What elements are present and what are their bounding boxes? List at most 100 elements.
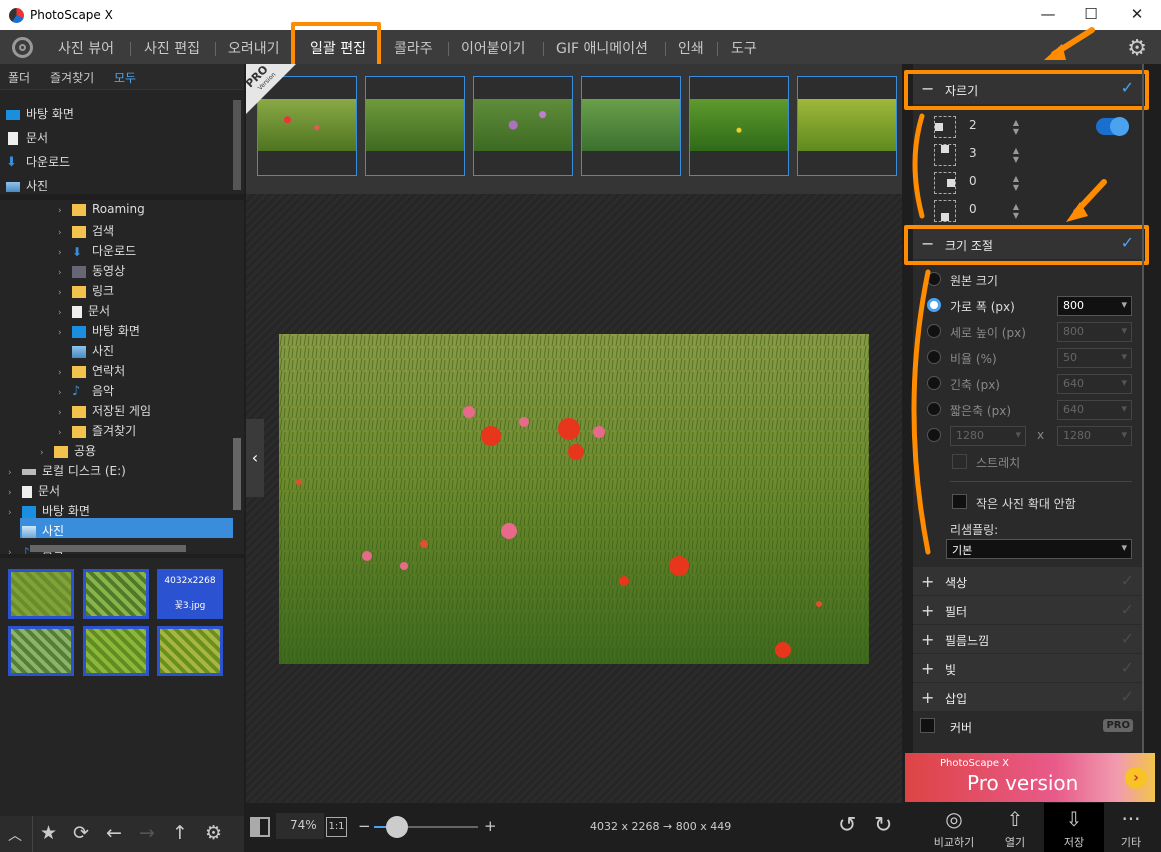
cover-checkbox[interactable] — [920, 718, 935, 733]
rotate-left-icon[interactable]: ↺ — [838, 813, 856, 838]
compare-button[interactable]: ◎ 비교하기 — [924, 803, 984, 852]
tree-item[interactable]: › 로컬 디스크 (E:) — [8, 462, 126, 479]
photo-thumbnail[interactable] — [8, 626, 74, 676]
custom-width-select[interactable]: 1280 — [950, 426, 1026, 446]
spin-arrows-icon[interactable]: ▲ ▼ — [1013, 202, 1019, 220]
favorite-desktop[interactable]: 바탕 화면 — [6, 105, 74, 122]
tree-item[interactable]: › 바탕 화면 — [8, 502, 90, 519]
photo-thumbnail-hover[interactable]: 4032x2268 꽃3.jpg — [157, 569, 223, 619]
favorite-documents[interactable]: 문서 — [6, 129, 48, 146]
photoscape-home-icon[interactable] — [12, 37, 33, 58]
tree-item[interactable]: › 문서 — [58, 302, 110, 319]
tree-item[interactable]: › 저장된 게임 — [58, 402, 151, 419]
actual-size-button[interactable]: 1:1 — [326, 817, 347, 837]
checkmark-icon[interactable]: ✓ — [1121, 571, 1134, 590]
long-side-select[interactable]: 640 — [1057, 374, 1132, 394]
checkmark-icon[interactable]: ✓ — [1121, 687, 1134, 706]
maximize-button[interactable]: ☐ — [1076, 5, 1106, 23]
zoom-out-button[interactable]: − — [358, 817, 371, 835]
filmstrip-thumbnail[interactable] — [581, 76, 681, 176]
tree-scrollbar[interactable] — [233, 438, 241, 510]
forward-arrow-icon[interactable]: → — [139, 822, 155, 844]
photo-thumbnail[interactable] — [157, 626, 223, 676]
tree-item[interactable]: › ⬇ 다운로드 — [58, 242, 136, 259]
minimize-button[interactable]: — — [1033, 5, 1063, 23]
tab-folders[interactable]: 폴더 — [8, 69, 30, 86]
crop-right-input[interactable]: 0 ▲ ▼ — [969, 174, 1019, 192]
tab-print[interactable]: 인쇄 — [678, 38, 704, 58]
open-button[interactable]: ⇧ 열기 — [985, 803, 1045, 852]
tree-item[interactable]: › Roaming — [58, 202, 145, 216]
back-arrow-icon[interactable]: ← — [106, 822, 122, 844]
refresh-icon[interactable]: ⟳ — [73, 822, 89, 844]
tab-favorites[interactable]: 즐겨찾기 — [50, 69, 94, 86]
photo-thumbnail[interactable] — [8, 569, 74, 619]
checkmark-icon[interactable]: ✓ — [1121, 629, 1134, 648]
tree-item-selected[interactable]: 사진 — [8, 522, 64, 539]
tree-item[interactable]: › 동영상 — [58, 262, 125, 279]
tab-photo-viewer[interactable]: 사진 뷰어 — [58, 38, 114, 58]
height-select[interactable]: 800 — [1057, 322, 1132, 342]
settings-gear-icon[interactable]: ⚙ — [1127, 36, 1147, 61]
rotate-right-icon[interactable]: ↻ — [874, 813, 892, 838]
close-button[interactable]: ✕ — [1122, 5, 1152, 23]
tab-tools[interactable]: 도구 — [731, 38, 757, 58]
crop-left-input[interactable]: 2 ▲ ▼ — [969, 118, 1019, 136]
more-button[interactable]: ··· 기타 — [1101, 803, 1161, 852]
filter-section-header[interactable]: + 필터 ✓ — [913, 596, 1144, 624]
tree-item[interactable]: › 링크 — [58, 282, 114, 299]
width-select[interactable]: 800 — [1057, 296, 1132, 316]
filmstrip-thumbnail[interactable] — [797, 76, 897, 176]
film-section-header[interactable]: + 필름느낌 ✓ — [913, 625, 1144, 653]
tab-combine[interactable]: 이어붙이기 — [461, 38, 525, 58]
light-section-header[interactable]: + 빛 ✓ — [913, 654, 1144, 682]
tab-collage[interactable]: 콜라주 — [394, 38, 433, 58]
pro-version-banner[interactable]: PhotoScape X Pro version › — [905, 753, 1155, 802]
tree-item[interactable]: › 연락처 — [58, 362, 125, 379]
tree-item[interactable]: › 공용 — [40, 442, 96, 459]
short-side-select[interactable]: 640 — [1057, 400, 1132, 420]
up-arrow-icon[interactable]: ↑ — [172, 822, 188, 844]
filmstrip-thumbnail[interactable] — [365, 76, 465, 176]
tree-item[interactable]: › 즐겨찾기 — [58, 422, 136, 439]
star-icon[interactable]: ★ — [40, 822, 57, 844]
tree-item[interactable]: › 문서 — [8, 482, 60, 499]
resampling-select[interactable]: 기본 — [946, 539, 1132, 559]
custom-height-select[interactable]: 1280 — [1057, 426, 1132, 446]
checkmark-icon[interactable]: ✓ — [1121, 658, 1134, 677]
stretch-checkbox[interactable] — [952, 454, 967, 469]
save-button[interactable]: ⇩ 저장 — [1044, 803, 1104, 852]
spin-arrows-icon[interactable]: ▲ ▼ — [1013, 174, 1019, 192]
insert-section-header[interactable]: + 삽입 ✓ — [913, 683, 1144, 711]
cover-section-header[interactable]: 커버 PRO — [913, 712, 1144, 740]
tab-all[interactable]: 모두 — [114, 69, 136, 86]
zoom-in-button[interactable]: + — [484, 817, 497, 835]
tab-gif-animation[interactable]: GIF 애니메이션 — [556, 38, 648, 58]
settings-scrollbar[interactable] — [1142, 64, 1144, 754]
spin-arrows-icon[interactable]: ▲ ▼ — [1013, 146, 1019, 164]
no-enlarge-checkbox[interactable] — [952, 494, 967, 509]
tree-item[interactable]: › 바탕 화면 — [58, 322, 140, 339]
ratio-select[interactable]: 50 — [1057, 348, 1132, 368]
zoom-level-field[interactable]: 74% — [276, 813, 324, 839]
crop-toggle-switch[interactable] — [1096, 117, 1129, 136]
tab-cut-out[interactable]: 오려내기 — [228, 38, 280, 58]
crop-bottom-input[interactable]: 0 ▲ ▼ — [969, 202, 1019, 220]
tree-horizontal-scrollbar[interactable] — [30, 545, 186, 552]
tab-photo-editor[interactable]: 사진 편집 — [144, 38, 200, 58]
favorites-scrollbar[interactable] — [233, 100, 241, 190]
color-section-header[interactable]: + 색상 ✓ — [913, 567, 1144, 595]
settings-gear-icon[interactable]: ⚙ — [205, 822, 222, 844]
filmstrip-thumbnail[interactable] — [689, 76, 789, 176]
filmstrip-thumbnail[interactable] — [473, 76, 573, 176]
checkmark-icon[interactable]: ✓ — [1121, 600, 1134, 619]
photo-thumbnail[interactable] — [83, 626, 149, 676]
arrow-right-icon[interactable]: › — [1125, 767, 1147, 789]
favorite-pictures[interactable]: 사진 — [6, 177, 48, 194]
tree-item[interactable]: › 검색 — [58, 222, 114, 239]
zoom-slider-handle[interactable] — [386, 816, 408, 838]
favorite-downloads[interactable]: ⬇ 다운로드 — [6, 153, 70, 170]
chevron-up-icon[interactable]: ︿ — [8, 825, 22, 845]
spin-arrows-icon[interactable]: ▲ ▼ — [1013, 118, 1019, 136]
photo-thumbnail[interactable] — [83, 569, 149, 619]
